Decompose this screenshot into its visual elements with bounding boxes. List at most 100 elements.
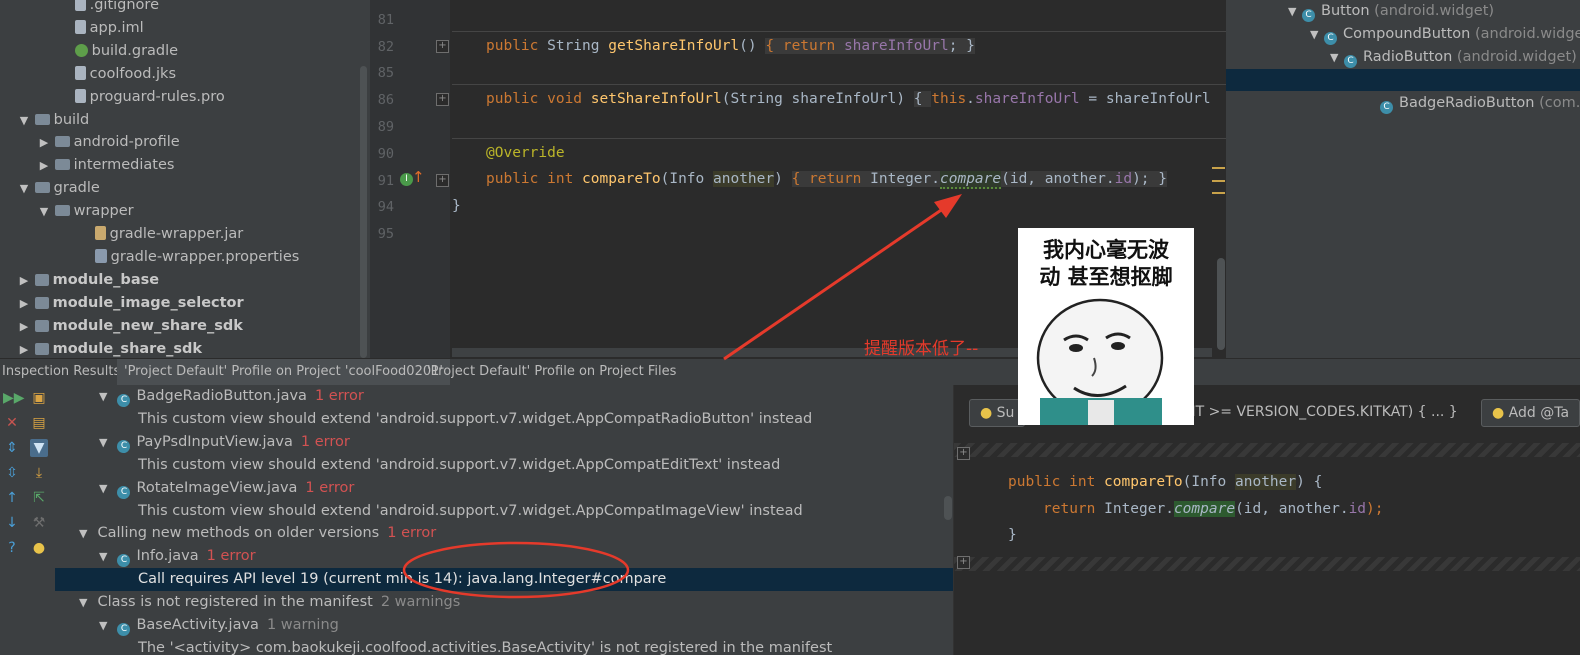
module-icon xyxy=(34,296,49,309)
inspection-row[interactable]: ▼ C BadgeRadioButton.java 1 error xyxy=(55,385,953,408)
error-stripe-marker[interactable] xyxy=(1212,167,1225,169)
chevron-down-icon[interactable]: ▼ xyxy=(1330,46,1344,69)
tree-item[interactable]: ▶ module_share_sdk xyxy=(18,338,202,359)
problem-count-badge: 1 warning xyxy=(266,617,339,633)
annotation-note: 提醒版本低了-- xyxy=(864,339,979,359)
method-separator xyxy=(452,84,1226,85)
collapse-all-icon[interactable]: ⇳ xyxy=(3,464,21,482)
tree-item[interactable]: ▼ gradle xyxy=(18,177,100,200)
chevron-down-icon[interactable]: ▼ xyxy=(79,596,87,609)
tree-item[interactable]: build.gradle xyxy=(58,40,178,63)
fold-toggle-icon[interactable]: + xyxy=(957,556,970,569)
tree-item[interactable]: gradle-wrapper.properties xyxy=(78,246,299,269)
chevron-right-icon[interactable]: ▶ xyxy=(18,338,30,359)
inspection-row[interactable]: ▼ C RotateImageView.java 1 error xyxy=(55,477,953,500)
fold-toggle-icon[interactable]: + xyxy=(436,40,449,53)
chevron-right-icon[interactable]: ▶ xyxy=(38,131,50,154)
tree-item[interactable]: proguard-rules.pro xyxy=(58,86,225,109)
lightbulb-icon[interactable]: ● xyxy=(30,539,48,557)
inspection-row[interactable]: This custom view should extend 'android.… xyxy=(55,408,953,431)
tab-project-files[interactable]: 'Project Default' Profile on Project Fil… xyxy=(427,364,676,379)
inspection-problem-selected[interactable]: Call requires API level 19 (current min … xyxy=(55,568,953,592)
inspection-row-label: This custom view should extend 'android.… xyxy=(138,410,813,427)
chevron-right-icon[interactable]: ▶ xyxy=(18,269,30,292)
inspection-row-label: RotateImageView.java xyxy=(136,479,298,496)
tree-item-label: module_base xyxy=(52,271,160,288)
fold-toggle-icon[interactable]: + xyxy=(957,447,970,460)
tree-item[interactable]: ▶ android-profile xyxy=(38,131,180,154)
fix-sdk-check-button[interactable]: DK_INT >= VERSION_CODES.KITKAT) { ... } xyxy=(1154,399,1458,425)
hierarchy-item[interactable]: ▼C CompoundButton (android.widget) xyxy=(1310,23,1580,46)
help-icon[interactable]: ? xyxy=(3,539,21,557)
inspection-row[interactable]: ▼ C Info.java 1 error xyxy=(55,545,953,568)
tree-item-label: .gitignore xyxy=(89,0,159,13)
properties-icon xyxy=(94,248,107,263)
tree-item[interactable]: app.iml xyxy=(58,17,144,40)
chevron-down-icon[interactable]: ▼ xyxy=(79,527,87,540)
chevron-down-icon[interactable]: ▼ xyxy=(18,109,30,132)
error-stripe-marker[interactable] xyxy=(1212,180,1225,182)
tree-item[interactable]: ▶ module_base xyxy=(18,269,159,292)
preview-line-2: return Integer.compare(id, another.id); xyxy=(1043,501,1384,517)
chevron-down-icon[interactable]: ▼ xyxy=(18,177,30,200)
editor-scrollbar[interactable] xyxy=(1217,258,1225,350)
tree-item[interactable]: ▶ module_new_share_sdk xyxy=(18,315,243,338)
inspection-row[interactable]: ▼ C BaseActivity.java 1 warning xyxy=(55,614,953,637)
filter-icon[interactable]: ▼ xyxy=(30,439,48,457)
tree-item[interactable]: .gitignore xyxy=(58,0,159,17)
inspection-row[interactable]: ▼ C PayPsdInputView.java 1 error xyxy=(55,431,953,454)
chevron-right-icon[interactable]: ▶ xyxy=(18,292,30,315)
tree-item[interactable]: ▼ wrapper xyxy=(38,200,134,223)
chevron-down-icon[interactable]: ▼ xyxy=(1288,0,1302,23)
chevron-down-icon[interactable]: ▼ xyxy=(99,482,107,495)
error-stripe-marker[interactable] xyxy=(1212,192,1225,194)
hierarchy-item[interactable]: C BadgeRadioButton (com.baokukeji) xyxy=(1366,92,1580,115)
chevron-down-icon[interactable]: ▼ xyxy=(99,390,107,403)
tree-item[interactable]: ▶ module_image_selector xyxy=(18,292,244,315)
export-icon[interactable]: ⤓ xyxy=(30,464,48,482)
hierarchy-item[interactable]: ▼ C Button (android.widget) xyxy=(1288,0,1494,23)
fold-toggle-icon[interactable]: + xyxy=(436,174,449,187)
chevron-right-icon[interactable]: ▶ xyxy=(18,315,30,338)
add-target-api-button[interactable]: ● Add @Ta xyxy=(1481,399,1580,427)
group-icon[interactable]: ▣ xyxy=(30,389,48,407)
tree-scrollbar[interactable] xyxy=(360,66,367,358)
inspection-row[interactable]: This custom view should extend 'android.… xyxy=(55,454,953,477)
chevron-down-icon[interactable]: ▼ xyxy=(99,619,107,632)
tree-item-label: gradle-wrapper.jar xyxy=(109,226,244,242)
inspection-row[interactable]: ▼ Calling new methods on older versions 1 … xyxy=(55,522,953,545)
wrench-icon[interactable]: ⚒ xyxy=(30,514,48,532)
inspection-row[interactable]: This custom view should extend 'android.… xyxy=(55,500,953,523)
fold-toggle-icon[interactable]: + xyxy=(436,93,449,106)
chevron-down-icon[interactable]: ▼ xyxy=(1310,23,1324,46)
tab-project-profile[interactable]: 'Project Default' Profile on Project 'co… xyxy=(117,359,450,385)
rerun-icon[interactable]: ▶▶ xyxy=(3,389,25,407)
inspection-row[interactable]: The '<activity> com.baokukeji.coolfood.a… xyxy=(55,637,953,655)
tree-item[interactable]: ▼ build xyxy=(18,109,90,132)
tree-item-label: proguard-rules.pro xyxy=(89,88,225,105)
hierarchy-item[interactable]: ▼ C RadioButton (android.widget) xyxy=(1330,46,1577,69)
chevron-right-icon[interactable]: ▶ xyxy=(38,154,50,177)
inspection-header: Inspection Results: 'Project Default' Pr… xyxy=(0,358,1580,386)
previous-icon[interactable]: ↑ xyxy=(3,489,21,507)
file-icon xyxy=(74,19,86,34)
close-icon[interactable]: ✕ xyxy=(3,414,21,432)
chevron-down-icon[interactable]: ▼ xyxy=(38,200,50,223)
expand-all-icon[interactable]: ⇕ xyxy=(3,439,21,457)
hierarchy-item-label: CompoundButton xyxy=(1343,26,1471,42)
hierarchy-item-package: (com.baokukeji) xyxy=(1539,95,1580,111)
tree-item[interactable]: gradle-wrapper.jar xyxy=(78,223,243,246)
autoscroll-icon[interactable]: ⇱ xyxy=(30,489,48,507)
settings-icon[interactable]: ▤ xyxy=(30,414,48,432)
inspection-scrollbar[interactable] xyxy=(944,496,952,520)
hierarchy-item-label: BadgeRadioButton xyxy=(1399,95,1535,111)
tree-item[interactable]: coolfood.jks xyxy=(58,63,176,86)
next-icon[interactable]: ↓ xyxy=(3,514,21,532)
chevron-down-icon[interactable]: ▼ xyxy=(99,436,107,449)
suppress-button[interactable]: ● Su xyxy=(969,399,1026,427)
inspection-row[interactable]: ▼ Class is not registered in the manifest… xyxy=(55,591,953,614)
chevron-down-icon[interactable]: ▼ xyxy=(99,550,107,563)
code-line-91: public int compareTo(Info another) { ret… xyxy=(486,171,1167,189)
preview-fold-bottom xyxy=(954,557,1580,571)
tree-item[interactable]: ▶ intermediates xyxy=(38,154,175,177)
